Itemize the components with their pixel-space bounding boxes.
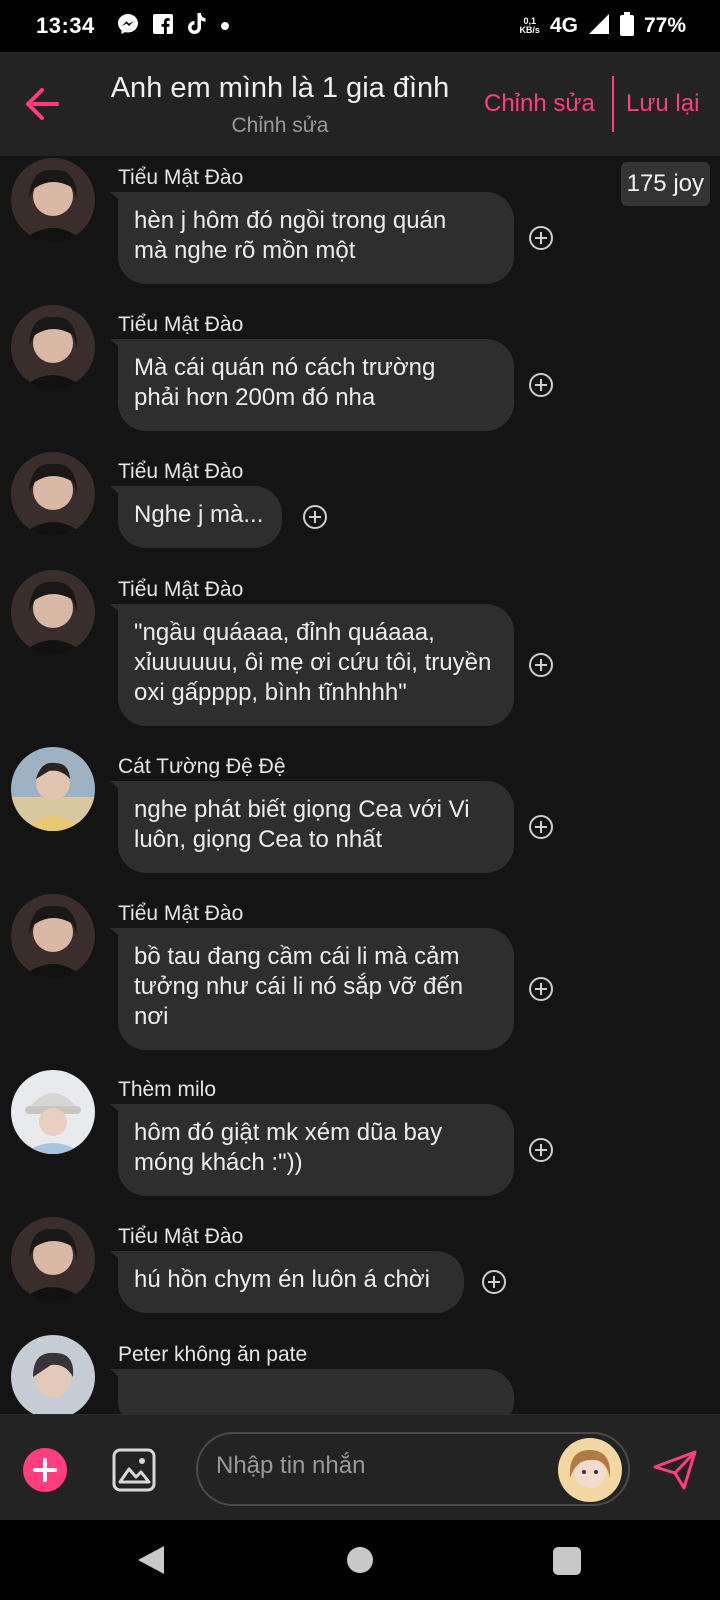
- messenger-icon: [117, 13, 139, 40]
- send-icon: [653, 1450, 697, 1490]
- sender-name: Tiểu Mật Đào: [118, 166, 244, 189]
- send-button[interactable]: [652, 1449, 698, 1491]
- save-button[interactable]: Lưu lại: [626, 90, 699, 118]
- system-nav-bar: [0, 1520, 720, 1600]
- sender-name: Tiểu Mật Đào: [118, 578, 244, 601]
- nav-back-button[interactable]: [136, 1544, 166, 1576]
- message-bubble[interactable]: [118, 1369, 514, 1414]
- sender-name: Tiểu Mật Đào: [118, 1225, 244, 1248]
- message-line: tưởng như cái li nó sắp vỡ đến: [134, 973, 464, 1000]
- sender-name: Tiểu Mật Đào: [118, 902, 244, 925]
- react-button[interactable]: [528, 372, 554, 398]
- sender-name: Thèm milo: [118, 1078, 217, 1101]
- plus-icon: [33, 1458, 57, 1482]
- message-line: luôn, giọng Cea to nhất: [134, 826, 383, 853]
- message-bubble[interactable]: Nghe j mà...: [118, 486, 282, 548]
- message-line: mà nghe rõ mồn một: [134, 237, 356, 264]
- message-bubble[interactable]: Mà cái quán nó cách trường phải hơn 200m…: [118, 339, 514, 431]
- sender-name: Cát Tường Đệ Đệ: [118, 755, 286, 778]
- avatar[interactable]: [11, 570, 95, 654]
- plus-circle-icon: [529, 1138, 553, 1162]
- tiktok-icon: [187, 12, 207, 40]
- triangle-back-icon: [138, 1546, 164, 1574]
- message-bubble[interactable]: nghe phát biết giọng Cea với Vi luôn, gi…: [118, 781, 514, 873]
- sender-name: Tiểu Mật Đào: [118, 313, 244, 336]
- message-line: nơi: [134, 1003, 169, 1030]
- message-bubble[interactable]: hôm đó giật mk xém dũa bay móng khách :"…: [118, 1104, 514, 1196]
- react-button[interactable]: [302, 504, 328, 530]
- message-line: Mà cái quán nó cách trường: [134, 354, 436, 381]
- message-line: hôm đó giật mk xém dũa bay: [134, 1119, 443, 1146]
- react-button[interactable]: [528, 225, 554, 251]
- avatar[interactable]: [11, 1335, 95, 1414]
- message-line: xỉuuuuuu, ôi mẹ ơi cứu tôi, truyền: [134, 649, 492, 676]
- avatar[interactable]: [11, 1070, 95, 1154]
- plus-circle-icon: [529, 815, 553, 839]
- sender-name: Tiểu Mật Đào: [118, 460, 244, 483]
- plus-circle-icon: [529, 373, 553, 397]
- message-line: hèn j hôm đó ngồi trong quán: [134, 207, 447, 234]
- notification-icons: [117, 12, 229, 40]
- message-line: phải hơn 200m đó nha: [134, 384, 376, 411]
- battery-percent: 77%: [643, 14, 686, 37]
- facebook-icon: [152, 13, 173, 39]
- edit-button[interactable]: Chỉnh sửa: [484, 90, 595, 118]
- plus-circle-icon: [482, 1270, 506, 1294]
- sender-name: Peter không ăn pate: [118, 1343, 308, 1366]
- plus-circle-icon: [303, 505, 327, 529]
- notification-dot-icon: [220, 22, 229, 30]
- message-line: Nghe j mà...: [134, 501, 264, 528]
- add-button[interactable]: [23, 1448, 67, 1492]
- react-button[interactable]: [528, 1137, 554, 1163]
- message-line: "ngầu quáaaa, đỉnh quáaaa,: [134, 619, 435, 646]
- message-bubble[interactable]: "ngầu quáaaa, đỉnh quáaaa, xỉuuuuuu, ôi …: [118, 604, 514, 726]
- avatar[interactable]: [11, 1217, 95, 1301]
- image-picker-button[interactable]: [111, 1447, 157, 1493]
- network-type: 4G: [549, 14, 578, 37]
- message-line: bồ tau đang cầm cái li mà cảm: [134, 943, 460, 970]
- network-speed: 0,1 KB/s: [519, 17, 540, 35]
- react-button[interactable]: [528, 652, 554, 678]
- message-line: oxi gấpppp, bình tĩnhhhh": [134, 679, 407, 706]
- image-icon: [112, 1448, 156, 1492]
- arrow-left-icon: [26, 88, 59, 120]
- status-time: 13:34: [36, 13, 95, 38]
- react-button[interactable]: [528, 814, 554, 840]
- sticker-button[interactable]: [558, 1438, 622, 1502]
- header-divider: [612, 76, 614, 132]
- message-line: nghe phát biết giọng Cea với Vi: [134, 796, 470, 823]
- message-line: móng khách :")): [134, 1149, 303, 1176]
- joy-balance-badge: 175 joy: [620, 162, 710, 206]
- message-bubble[interactable]: bồ tau đang cầm cái li mà cảm tưởng như …: [118, 928, 514, 1050]
- network-speed-unit: KB/s: [519, 25, 540, 35]
- back-button[interactable]: [24, 84, 60, 124]
- avatar[interactable]: [11, 747, 95, 831]
- nav-recents-button[interactable]: [553, 1547, 581, 1575]
- plus-circle-icon: [529, 653, 553, 677]
- message-list[interactable]: Tiểu Mật Đào hèn j hôm đó ngồi trong quá…: [0, 156, 720, 1414]
- chat-header: Anh em mình là 1 gia đình Chỉnh sửa Chỉn…: [0, 52, 720, 156]
- avatar[interactable]: [11, 894, 95, 978]
- battery-icon: [619, 11, 634, 41]
- signal-icon: [588, 13, 610, 40]
- react-button[interactable]: [481, 1269, 507, 1295]
- plus-circle-icon: [529, 977, 553, 1001]
- plus-circle-icon: [529, 226, 553, 250]
- message-input[interactable]: [216, 1452, 546, 1480]
- nav-home-button[interactable]: [347, 1547, 373, 1573]
- react-button[interactable]: [528, 976, 554, 1002]
- avatar[interactable]: [11, 305, 95, 389]
- message-line: hú hồn chym én luôn á chời: [134, 1266, 430, 1293]
- chat-title: Anh em mình là 1 gia đình: [110, 72, 450, 104]
- avatar[interactable]: [11, 452, 95, 536]
- message-input-wrapper: [196, 1432, 630, 1506]
- message-bubble[interactable]: hèn j hôm đó ngồi trong quán mà nghe rõ …: [118, 192, 514, 284]
- avatar[interactable]: [11, 158, 95, 242]
- message-bubble[interactable]: hú hồn chym én luôn á chời: [118, 1251, 464, 1313]
- chat-subtitle: Chỉnh sửa: [231, 114, 329, 137]
- status-bar: 13:34 0,1 KB/s 4G 77%: [0, 0, 720, 52]
- message-composer: [0, 1414, 720, 1520]
